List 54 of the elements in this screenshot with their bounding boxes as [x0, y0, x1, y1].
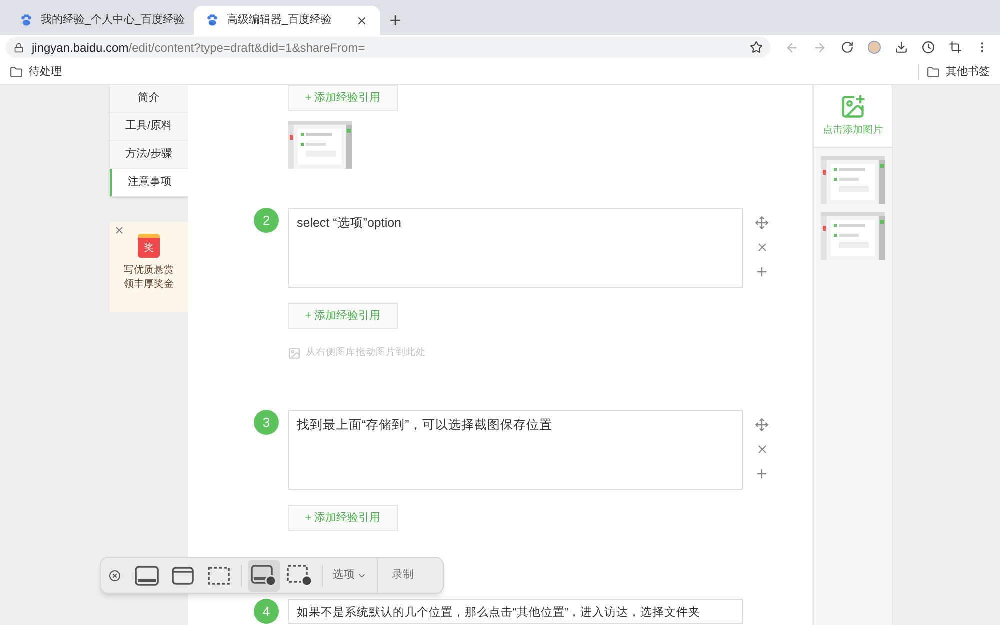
move-icon[interactable]: [755, 216, 769, 230]
step-text-field[interactable]: 找到最上面“存储到”，可以选择截图保存位置: [288, 410, 743, 490]
image-icon: [288, 346, 301, 360]
record-button[interactable]: 录制: [378, 558, 428, 593]
clock-icon[interactable]: [922, 41, 935, 54]
lock-icon: [14, 42, 24, 52]
extension-icon[interactable]: [868, 41, 881, 54]
browser-tab[interactable]: 高级编辑器_百度经验: [194, 6, 380, 35]
window-capture-icon: [172, 566, 194, 584]
section-tab[interactable]: 工具/原料: [110, 113, 188, 141]
tab-title: 我的经验_个人中心_百度经验: [41, 12, 186, 28]
promo-card[interactable]: 奖 写优质悬赏 领丰厚奖金: [110, 222, 188, 312]
folder-icon: [10, 66, 23, 78]
capture-mode-button[interactable]: [248, 560, 280, 592]
step-text-field[interactable]: select “选项”option: [288, 208, 743, 288]
tab-title: 高级编辑器_百度经验: [227, 12, 334, 28]
url-text: jingyan.baidu.com/edit/content?type=draft&did=1&shareFrom=: [32, 40, 366, 56]
section-tab[interactable]: 方法/步骤: [110, 141, 188, 169]
delete-icon[interactable]: [756, 241, 768, 254]
move-icon[interactable]: [755, 418, 769, 432]
step-number: 3: [254, 410, 279, 436]
reload-icon[interactable]: [841, 41, 854, 54]
folder-icon: [927, 66, 940, 78]
close-icon[interactable]: [356, 14, 368, 26]
browser-tab[interactable]: 我的经验_个人中心_百度经验: [8, 6, 194, 35]
address-bar[interactable]: jingyan.baidu.com/edit/content?type=draft&did=1&shareFrom=: [6, 37, 771, 58]
delete-icon[interactable]: [756, 443, 768, 456]
add-step-icon[interactable]: [755, 467, 769, 482]
options-button[interactable]: 选项: [323, 558, 377, 593]
section-tab[interactable]: 注意事项: [110, 169, 188, 197]
new-tab-icon[interactable]: [388, 13, 403, 28]
step-number: 2: [254, 208, 279, 233]
screen-record-icon: [251, 564, 277, 586]
download-icon[interactable]: [895, 41, 908, 54]
bookmark-star-icon[interactable]: [750, 41, 763, 54]
add-step-icon[interactable]: [755, 265, 769, 279]
envelope-icon: 奖: [138, 234, 160, 258]
other-bookmarks[interactable]: 其他书签: [918, 64, 990, 80]
paw-icon: [206, 14, 219, 27]
drop-hint: 从右侧图库拖动图片到此处: [306, 346, 426, 360]
close-icon[interactable]: [114, 225, 125, 236]
promo-text: 写优质悬赏: [124, 264, 174, 278]
step-number: 4: [254, 599, 279, 624]
screen-capture-icon: [135, 566, 159, 586]
paw-icon: [20, 14, 33, 27]
selection-record-icon: [287, 564, 313, 586]
crop-icon[interactable]: [949, 41, 962, 54]
add-image-icon: [840, 94, 866, 120]
selection-capture-icon: [208, 566, 230, 584]
close-icon[interactable]: [109, 570, 121, 582]
section-tab[interactable]: 简介: [110, 85, 188, 113]
promo-text: 领丰厚奖金: [124, 278, 174, 292]
bookmark-folder[interactable]: 待处理: [10, 64, 62, 80]
step-text-field[interactable]: 如果不是系统默认的几个位置，那么点击“其他位置”，进入访达，选择文件夹: [288, 599, 743, 624]
